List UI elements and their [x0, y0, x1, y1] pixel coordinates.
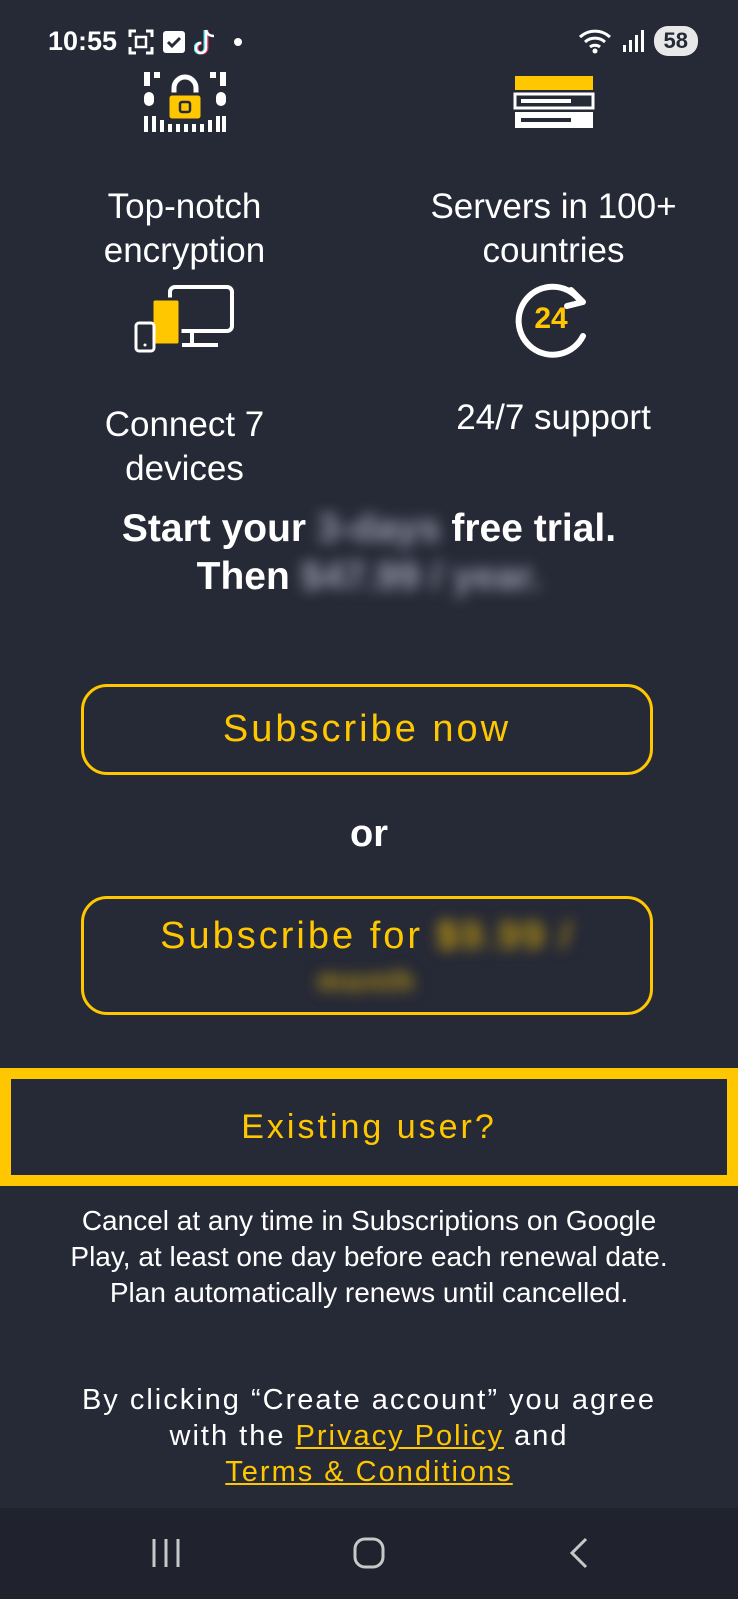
agreement-and: and: [514, 1420, 569, 1452]
devices-icon: [134, 285, 234, 353]
feature-servers: Servers in 100+ countries: [369, 70, 738, 273]
recent-apps-icon[interactable]: [150, 1536, 182, 1570]
status-bar: 10:55 58: [0, 0, 738, 78]
feature-label-line2: countries: [482, 231, 625, 270]
support-24-icon: 24: [515, 283, 586, 358]
feature-label-line1: Servers in 100+: [430, 187, 677, 226]
trial-suffix: free trial.: [451, 507, 617, 550]
monthly-price: $9.99 /: [436, 915, 574, 957]
trial-prefix: Start your: [121, 507, 307, 550]
subscribe-monthly-button[interactable]: Subscribe for $9.99 / month: [81, 896, 653, 1015]
trial-length: 3-days: [316, 507, 441, 550]
feature-devices: Connect 7 devices: [0, 285, 369, 491]
feature-support: 24 24/7 support: [369, 280, 738, 440]
feature-encryption: Top-notch encryption: [0, 70, 369, 273]
agreement-text: By clicking “Create account” you agree w…: [60, 1382, 678, 1490]
cancellation-disclaimer: Cancel at any time in Subscriptions on G…: [70, 1205, 668, 1308]
wifi-icon: [578, 29, 611, 54]
trial-then: Then: [196, 555, 290, 598]
subscribe-for-label: Subscribe for: [160, 915, 424, 957]
battery-indicator: 58: [653, 26, 698, 56]
system-nav-bar: [0, 1508, 738, 1599]
privacy-policy-link[interactable]: Privacy Policy: [296, 1420, 505, 1452]
status-icons-right: 58: [578, 26, 698, 56]
home-icon[interactable]: [352, 1536, 386, 1570]
status-icons-left: [128, 28, 242, 56]
back-icon[interactable]: [566, 1536, 592, 1570]
status-time: 10:55: [48, 26, 118, 56]
trial-price: $47.99 / year.: [300, 555, 542, 598]
trial-text: Start your 3-days free trial. Then $47.9…: [0, 505, 738, 601]
monthly-price-period: month: [317, 965, 417, 998]
feature-label-line2: encryption: [103, 231, 266, 270]
svg-text:24: 24: [534, 302, 568, 335]
screenshot-icon: [128, 29, 154, 55]
checkbox-notification-icon: [163, 31, 185, 53]
notification-dot-icon: [234, 38, 242, 46]
subscribe-now-button[interactable]: Subscribe now: [81, 684, 653, 775]
feature-label-line1: Connect 7: [104, 405, 265, 444]
tiktok-icon: [194, 29, 215, 55]
terms-conditions-link[interactable]: Terms & Conditions: [225, 1456, 512, 1488]
server-icon: [513, 76, 594, 128]
signal-icon: [622, 30, 644, 52]
padlock-icon: [143, 72, 226, 132]
existing-user-button[interactable]: Existing user?: [0, 1068, 738, 1186]
feature-label-line1: Top-notch: [107, 187, 262, 226]
feature-label-line1: 24/7 support: [456, 398, 651, 437]
feature-label-line2: devices: [125, 449, 244, 488]
or-separator: or: [350, 813, 388, 855]
